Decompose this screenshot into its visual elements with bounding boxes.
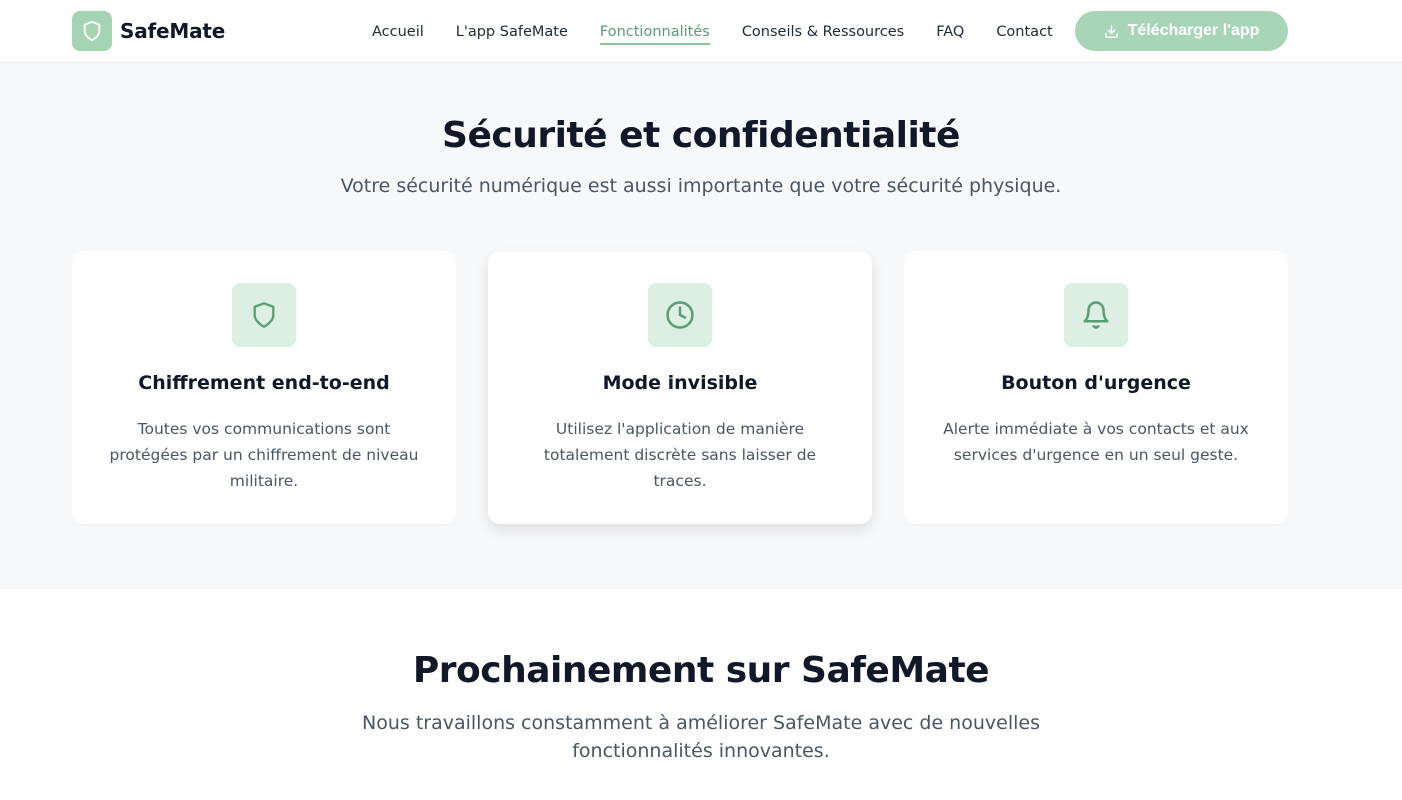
feature-card-text: Alerte immédiate à vos contacts et aux s… xyxy=(943,420,1249,464)
nav-item-fonctionnalites[interactable]: Fonctionnalités xyxy=(599,20,710,45)
download-app-label: Télécharger l'app xyxy=(1127,22,1260,39)
download-app-button[interactable]: Télécharger l'app xyxy=(1075,11,1288,51)
security-subtitle: Votre sécurité numérique est aussi impor… xyxy=(340,175,1062,197)
upcoming-subtitle: Nous travaillons constamment à améliorer… xyxy=(362,712,1040,762)
feature-card-text: Utilisez l'application de manière totale… xyxy=(543,420,817,490)
nav-item-conseils[interactable]: Conseils & Ressources xyxy=(742,20,904,44)
feature-card-title: Bouton d'urgence xyxy=(1001,372,1191,394)
main-nav: Accueil L'app SafeMate Fonctionnalités C… xyxy=(372,0,1085,63)
feature-card-text: Toutes vos communications sont protégées… xyxy=(109,420,419,490)
nav-item-faq[interactable]: FAQ xyxy=(936,20,964,44)
feature-card-encryption: Chiffrement end-to-end Toutes vos commun… xyxy=(72,251,456,524)
clock-icon xyxy=(648,283,712,347)
bell-icon xyxy=(1064,283,1128,347)
shield-icon xyxy=(232,283,296,347)
feature-card-invisible-mode: Mode invisible Utilisez l'application de… xyxy=(488,251,872,524)
shield-icon xyxy=(72,11,112,51)
feature-card-title: Chiffrement end-to-end xyxy=(138,372,390,394)
nav-item-app[interactable]: L'app SafeMate xyxy=(456,20,568,44)
security-title: Sécurité et confidentialité xyxy=(442,115,960,156)
upcoming-title: Prochainement sur SafeMate xyxy=(412,650,990,691)
brand-name: SafeMate xyxy=(120,19,226,43)
nav-item-accueil[interactable]: Accueil xyxy=(372,20,424,44)
download-icon xyxy=(1104,24,1119,39)
security-section: Sécurité et confidentialité Votre sécuri… xyxy=(0,63,1402,589)
nav-item-contact[interactable]: Contact xyxy=(996,20,1052,44)
site-header: SafeMate Accueil L'app SafeMate Fonction… xyxy=(0,0,1402,63)
feature-card-title: Mode invisible xyxy=(602,372,758,394)
feature-card-emergency: Bouton d'urgence Alerte immédiate à vos … xyxy=(904,251,1288,524)
brand-logo[interactable]: SafeMate xyxy=(72,11,225,51)
